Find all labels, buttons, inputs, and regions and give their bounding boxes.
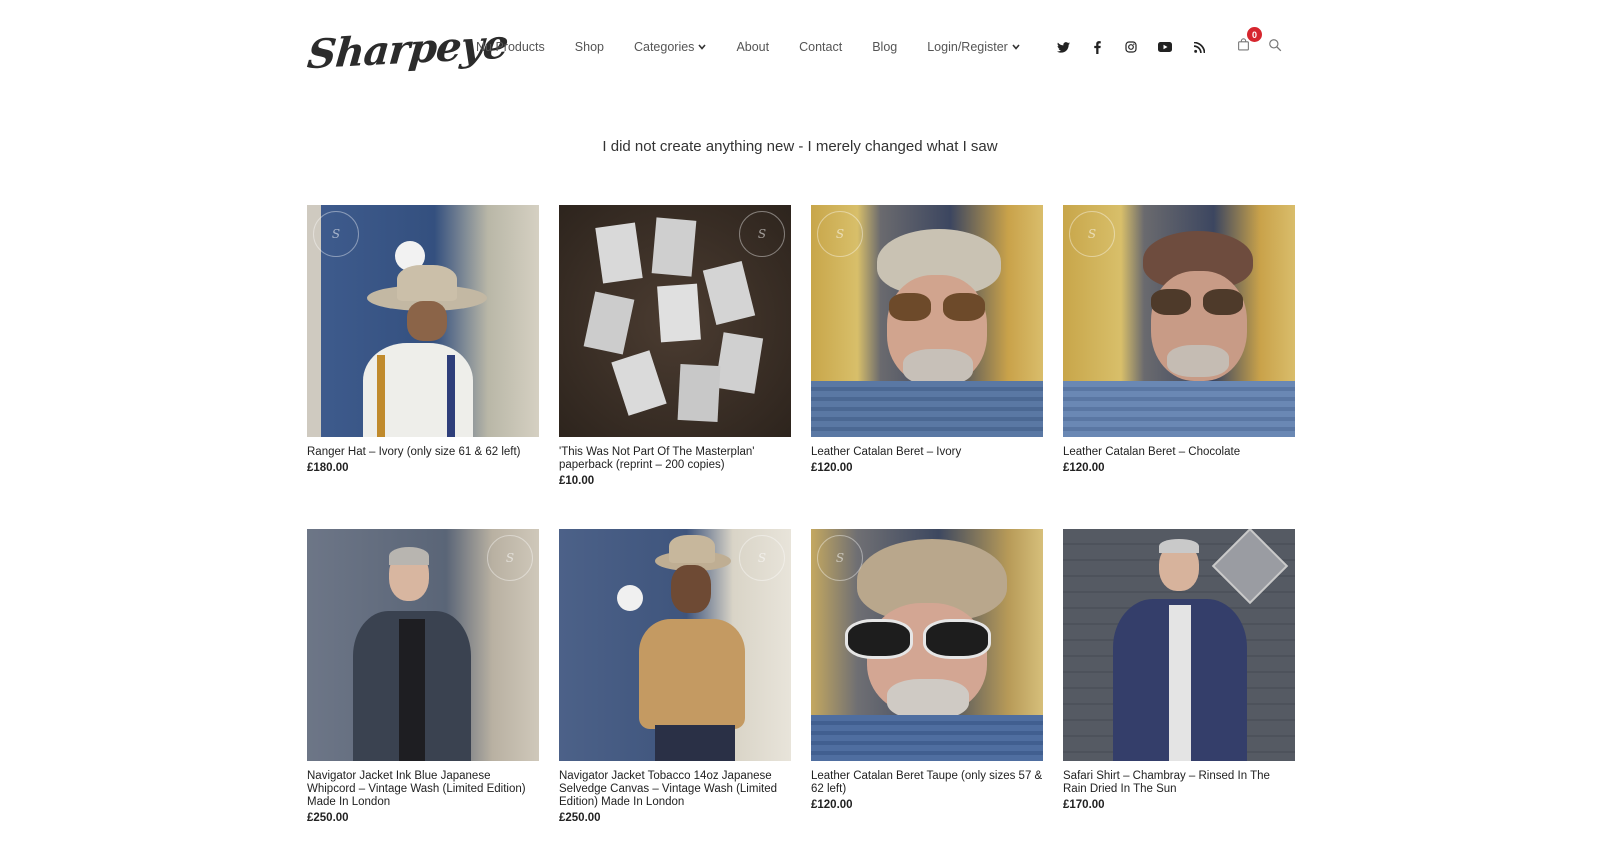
product-name[interactable]: Leather Catalan Beret Taupe (only sizes … bbox=[811, 770, 1043, 796]
product-name[interactable]: Leather Catalan Beret – Chocolate bbox=[1063, 446, 1295, 459]
youtube-icon[interactable] bbox=[1154, 36, 1176, 58]
nav-item-label: Shop bbox=[574, 40, 604, 54]
page: Sharpeye Nu Products Shop Categories Abo… bbox=[0, 0, 1600, 848]
product-card[interactable]: S Leather Catalan Beret – Chocolate £120… bbox=[1063, 205, 1295, 529]
nav-item-about[interactable]: About bbox=[736, 40, 769, 54]
product-card[interactable]: S Navigator Jacket Ink Blue Japanese Whi… bbox=[307, 529, 539, 848]
instagram-icon[interactable] bbox=[1120, 36, 1142, 58]
product-name[interactable]: 'This Was Not Part Of The Masterplan' pa… bbox=[559, 446, 791, 472]
product-card[interactable]: S Navigator Jacket Tobacco 14oz Japanese… bbox=[559, 529, 791, 848]
main-nav: Nu Products Shop Categories About Contac… bbox=[476, 36, 1050, 58]
search-button[interactable] bbox=[1264, 36, 1286, 58]
product-image[interactable]: S bbox=[811, 205, 1043, 437]
nav-item-categories[interactable]: Categories bbox=[633, 40, 707, 54]
nav-item-label: Nu Products bbox=[476, 40, 545, 54]
watermark-logo: S bbox=[1069, 211, 1115, 257]
product-name[interactable]: Leather Catalan Beret – Ivory bbox=[811, 446, 1043, 459]
watermark-logo: S bbox=[739, 535, 785, 581]
nav-item-blog[interactable]: Blog bbox=[872, 40, 897, 54]
product-name[interactable]: Ranger Hat – Ivory (only size 61 & 62 le… bbox=[307, 446, 539, 459]
nav-item-login-register[interactable]: Login/Register bbox=[927, 40, 1020, 54]
search-icon bbox=[1268, 38, 1282, 57]
watermark-logo: S bbox=[817, 211, 863, 257]
nav-item-label: Categories bbox=[633, 40, 695, 54]
facebook-icon[interactable] bbox=[1086, 36, 1108, 58]
product-card[interactable]: S Leather Catalan Beret Taupe (only size… bbox=[811, 529, 1043, 848]
product-card[interactable]: S Leather Catalan Beret – Ivory £120.00 bbox=[811, 205, 1043, 529]
product-card[interactable]: S 'This Was Not Part Of The Masterplan' … bbox=[559, 205, 791, 529]
watermark-logo: S bbox=[313, 211, 359, 257]
product-card[interactable]: Safari Shirt – Chambray – Rinsed In The … bbox=[1063, 529, 1295, 848]
product-price: £120.00 bbox=[811, 799, 853, 811]
product-name[interactable]: Safari Shirt – Chambray – Rinsed In The … bbox=[1063, 770, 1295, 796]
product-image[interactable]: S bbox=[559, 205, 791, 437]
product-name[interactable]: Navigator Jacket Tobacco 14oz Japanese S… bbox=[559, 770, 791, 809]
twitter-icon[interactable] bbox=[1052, 36, 1074, 58]
site-logo[interactable]: Sharpeye bbox=[305, 21, 509, 78]
watermark-logo: S bbox=[739, 211, 785, 257]
nav-item-contact[interactable]: Contact bbox=[799, 40, 842, 54]
nav-item-nu-products[interactable]: Nu Products bbox=[476, 40, 545, 54]
watermark-logo: S bbox=[487, 535, 533, 581]
nav-item-label: Login/Register bbox=[927, 40, 1008, 54]
watermark-logo: S bbox=[817, 535, 863, 581]
nav-item-shop[interactable]: Shop bbox=[575, 40, 604, 54]
product-grid: S Ranger Hat – Ivory (only size 61 & 62 … bbox=[307, 205, 1297, 848]
product-price: £120.00 bbox=[811, 462, 853, 474]
product-price: £250.00 bbox=[307, 812, 349, 824]
product-price: £180.00 bbox=[307, 462, 349, 474]
product-price: £170.00 bbox=[1063, 799, 1105, 811]
product-price: £10.00 bbox=[559, 475, 595, 487]
product-image[interactable]: S bbox=[811, 529, 1043, 761]
product-image[interactable]: S bbox=[307, 205, 539, 437]
social-links bbox=[1052, 36, 1222, 58]
product-image[interactable]: S bbox=[307, 529, 539, 761]
cart-button[interactable]: 0 bbox=[1232, 27, 1262, 58]
cart-count-badge: 0 bbox=[1247, 27, 1262, 42]
tagline: I did not create anything new - I merely… bbox=[602, 138, 998, 155]
chevron-down-icon bbox=[1012, 42, 1020, 52]
nav-item-label: About bbox=[736, 40, 770, 54]
shopping-bag-icon bbox=[1237, 38, 1250, 56]
product-image[interactable]: S bbox=[559, 529, 791, 761]
product-image[interactable]: S bbox=[1063, 205, 1295, 437]
product-image[interactable] bbox=[1063, 529, 1295, 761]
product-price: £120.00 bbox=[1063, 462, 1105, 474]
nav-item-label: Contact bbox=[799, 40, 843, 54]
product-name[interactable]: Navigator Jacket Ink Blue Japanese Whipc… bbox=[307, 770, 539, 809]
chevron-down-icon bbox=[698, 42, 707, 52]
product-price: £250.00 bbox=[559, 812, 601, 824]
nav-item-label: Blog bbox=[872, 40, 898, 54]
rss-icon[interactable] bbox=[1188, 36, 1210, 58]
product-card[interactable]: S Ranger Hat – Ivory (only size 61 & 62 … bbox=[307, 205, 539, 529]
